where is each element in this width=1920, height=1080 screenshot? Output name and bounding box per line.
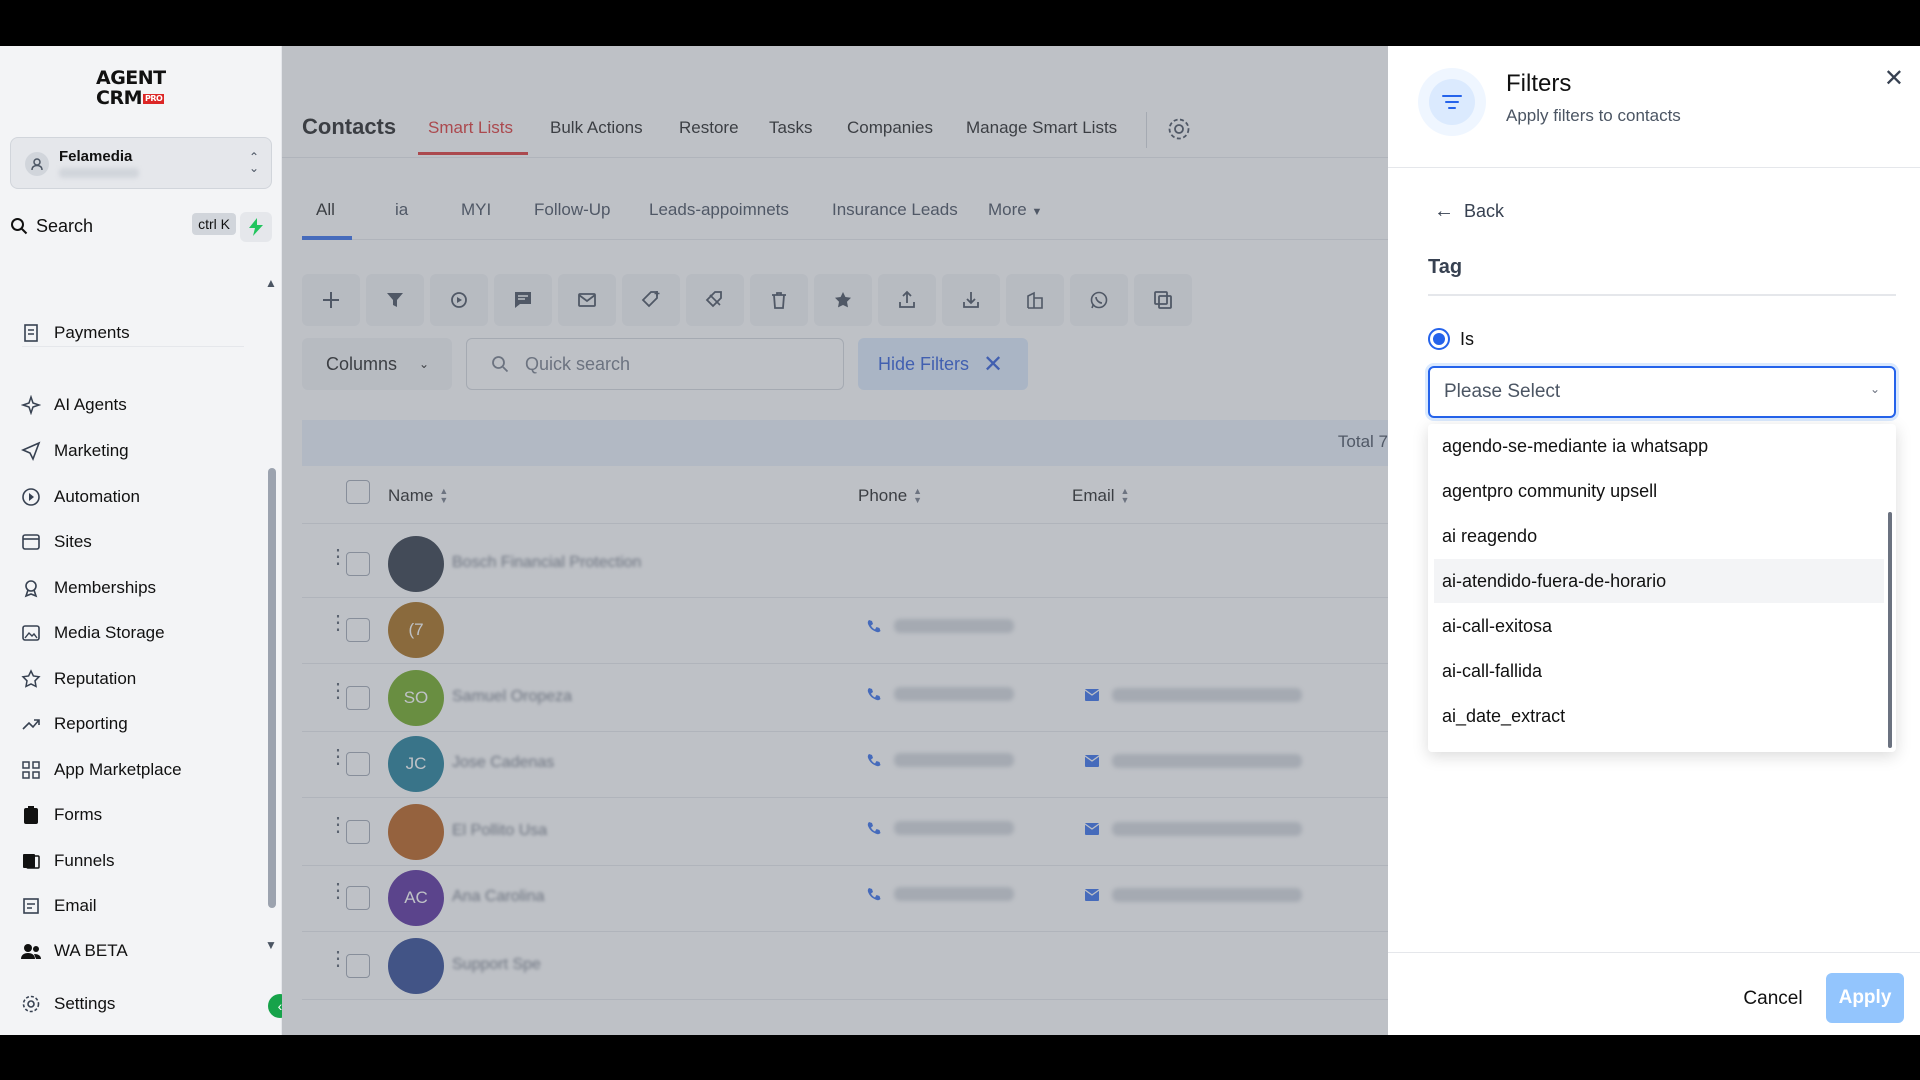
sidebar-item-app-marketplace[interactable]: App Marketplace xyxy=(20,755,182,785)
sidebar-item-label: Funnels xyxy=(54,851,115,870)
tag-select[interactable]: Please Select ⌄ xyxy=(1428,366,1896,418)
contacts-main: Contacts Smart Lists Bulk Actions Restor… xyxy=(282,46,1388,1035)
modal-overlay[interactable] xyxy=(282,46,1388,1035)
tag-option[interactable]: agentpro community upsell xyxy=(1434,469,1884,513)
sidebar-item-payments[interactable]: Payments xyxy=(20,318,130,348)
account-name: Felamedia xyxy=(59,148,133,165)
back-button[interactable]: ← Back xyxy=(1434,200,1504,223)
funnel-icon xyxy=(20,850,42,872)
filter-lines-icon xyxy=(1418,68,1486,136)
sidebar-item-label: App Marketplace xyxy=(54,760,182,779)
sidebar-item-label: AI Agents xyxy=(54,395,127,414)
sidebar-item-marketing[interactable]: Marketing xyxy=(20,436,129,466)
sidebar-item-funnels[interactable]: Funnels xyxy=(20,846,114,876)
tag-option[interactable]: ai-call-fallida xyxy=(1434,649,1884,693)
sidebar-item-forms[interactable]: Forms xyxy=(20,800,102,830)
star-icon xyxy=(20,668,42,690)
pro-badge: PRO xyxy=(142,93,165,104)
sidebar-item-ai-agents[interactable]: AI Agents xyxy=(20,390,127,420)
dropdown-scrollbar[interactable] xyxy=(1888,512,1892,748)
sidebar-item-label: Reputation xyxy=(54,669,137,688)
divider xyxy=(1428,294,1896,296)
tag-option[interactable]: ai-call-exitosa xyxy=(1434,604,1884,648)
sidebar-item-reporting[interactable]: Reporting xyxy=(20,709,128,739)
sidebar-item-email[interactable]: Email xyxy=(20,891,97,921)
sidebar-search[interactable]: Search ctrl K xyxy=(10,209,238,243)
sidebar-item-label: Media Storage xyxy=(54,623,165,642)
scroll-up-arrow[interactable]: ▲ xyxy=(265,276,277,290)
brand-logo: AGENT CRM PRO xyxy=(96,68,188,114)
operator-is-option[interactable]: Is xyxy=(1428,328,1474,350)
tag-option[interactable]: agendo-se-mediante ia whatsapp xyxy=(1434,424,1884,468)
search-shortcut: ctrl K xyxy=(192,213,236,235)
close-panel-button[interactable]: ✕ xyxy=(1884,64,1904,93)
sidebar-item-sites[interactable]: Sites xyxy=(20,527,92,557)
tag-select-placeholder: Please Select xyxy=(1444,381,1561,402)
image-icon xyxy=(20,622,42,644)
bolt-icon xyxy=(249,218,263,236)
sidebar-item-reputation[interactable]: Reputation xyxy=(20,664,136,694)
app-window: AGENT CRM PRO Felamedia ⌃ ⌄ Search ctrl K … xyxy=(0,46,1920,1035)
sidebar-item-label: Sites xyxy=(54,532,92,551)
scroll-down-arrow[interactable]: ▼ xyxy=(265,938,277,952)
brand-line1: AGENT xyxy=(96,67,166,89)
sidebar-item-label: Reporting xyxy=(54,714,128,733)
sidebar-item-label: WA BETA xyxy=(54,941,128,960)
sidebar-item-label: Marketing xyxy=(54,441,129,460)
filters-footer: Cancel Apply xyxy=(1388,952,1920,1035)
receipt-icon xyxy=(20,322,42,344)
sidebar-item-label: Memberships xyxy=(54,578,157,597)
grid-icon xyxy=(20,759,42,781)
globe-icon xyxy=(20,531,42,553)
filters-subtitle: Apply filters to contacts xyxy=(1506,106,1681,125)
users-icon xyxy=(20,940,42,962)
arrow-left-icon: ← xyxy=(1434,200,1454,222)
sidebar-item-label: Email xyxy=(54,896,97,915)
sidebar-scrollbar[interactable] xyxy=(268,468,276,908)
tag-dropdown: agendo-se-mediante ia whatsapp agentpro … xyxy=(1428,424,1896,752)
automation-icon xyxy=(20,486,42,508)
sidebar-divider xyxy=(22,346,244,347)
sidebar: AGENT CRM PRO Felamedia ⌃ ⌄ Search ctrl K … xyxy=(0,46,292,1035)
user-icon xyxy=(25,152,49,176)
account-subtitle-redacted xyxy=(59,168,139,178)
mail-icon xyxy=(20,895,42,917)
sidebar-item-settings[interactable]: Settings xyxy=(20,989,115,1019)
gear-icon xyxy=(20,993,42,1015)
sidebar-item-label: Automation xyxy=(54,487,140,506)
filter-field-label: Tag xyxy=(1428,256,1463,278)
sidebar-item-media-storage[interactable]: Media Storage xyxy=(20,618,165,648)
filters-header: Filters Apply filters to contacts ✕ xyxy=(1388,46,1920,168)
sidebar-item-memberships[interactable]: Memberships xyxy=(20,573,156,603)
sidebar-item-automation[interactable]: Automation xyxy=(20,482,140,512)
send-icon xyxy=(20,440,42,462)
filters-title: Filters xyxy=(1506,70,1572,97)
sidebar-item-label: Settings xyxy=(54,994,116,1013)
tag-option[interactable]: ai reagendo xyxy=(1434,514,1884,558)
operator-label: Is xyxy=(1460,328,1475,349)
sidebar-item-wa-beta[interactable]: WA BETA xyxy=(20,936,128,966)
apply-button[interactable]: Apply xyxy=(1826,973,1904,1023)
brand-line2: CRM xyxy=(96,87,142,109)
sparkle-icon xyxy=(20,394,42,416)
chevron-down-icon: ⌄ xyxy=(1869,382,1880,396)
quick-action-button[interactable] xyxy=(240,212,272,242)
sidebar-item-label: Payments xyxy=(54,323,130,342)
badge-icon xyxy=(20,577,42,599)
sidebar-item-label: Forms xyxy=(54,805,103,824)
tag-option-highlighted[interactable]: ai-atendido-fuera-de-horario xyxy=(1434,559,1884,603)
radio-selected[interactable] xyxy=(1428,328,1450,350)
clipboard-icon xyxy=(20,804,42,826)
chevron-updown-icon: ⌃ ⌄ xyxy=(248,150,259,175)
back-label: Back xyxy=(1464,201,1505,221)
search-label: Search xyxy=(36,215,94,236)
close-icon: ✕ xyxy=(1883,65,1904,92)
trend-icon xyxy=(20,713,42,735)
filters-panel: Filters Apply filters to contacts ✕ ← Bac… xyxy=(1388,46,1920,1035)
tag-option[interactable]: ai_date_extract xyxy=(1434,694,1884,738)
search-icon xyxy=(11,218,28,235)
cancel-button[interactable]: Cancel xyxy=(1728,975,1818,1023)
account-switcher[interactable]: Felamedia ⌃ ⌄ xyxy=(10,137,272,189)
